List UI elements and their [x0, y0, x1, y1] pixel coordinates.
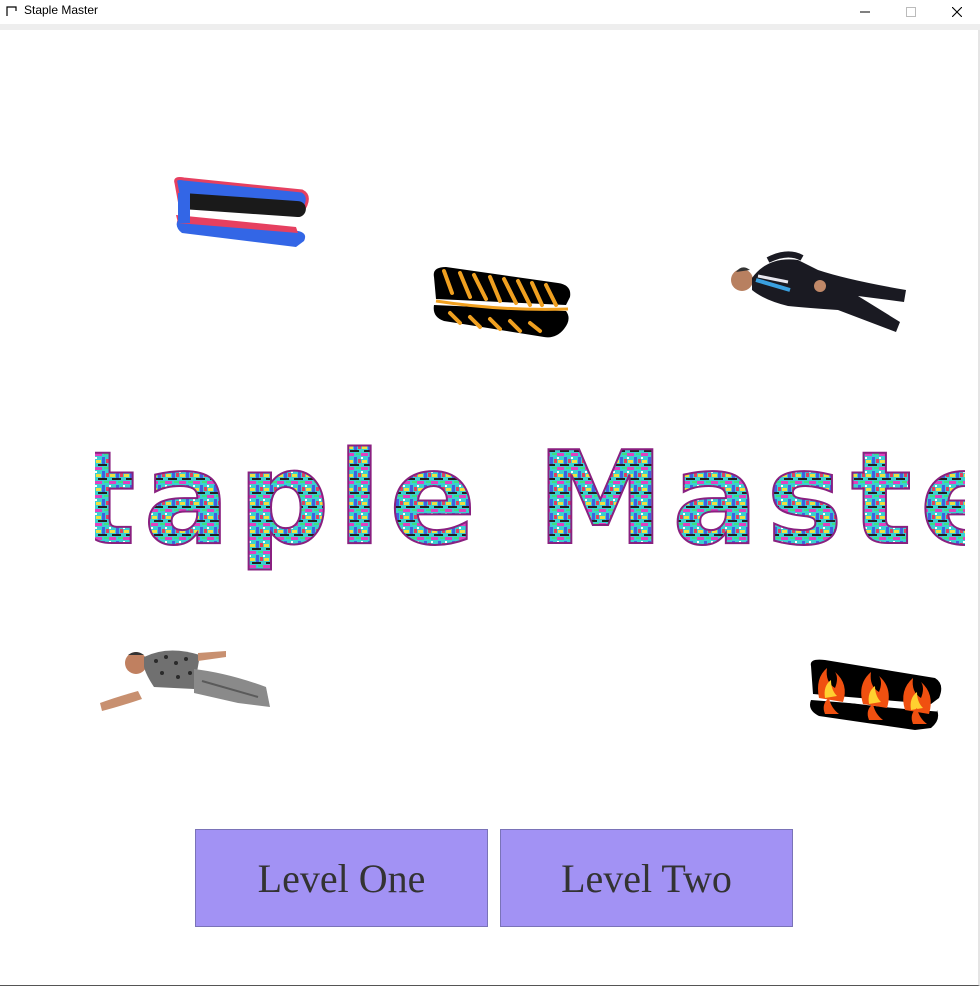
staple-master-title-logo: Staple Master: [95, 425, 965, 575]
stapler-black-flames-sprite: [810, 659, 942, 730]
stapler-blue-red-sprite: [174, 177, 309, 247]
minimize-button[interactable]: [842, 0, 888, 24]
maximize-button[interactable]: [888, 0, 934, 24]
man-in-suit-sprite: [731, 251, 906, 332]
man-in-patterned-shirt-sprite: [100, 650, 270, 711]
minimize-icon: [860, 11, 870, 13]
close-button[interactable]: [934, 0, 980, 24]
stapler-black-orange-sprite: [433, 267, 571, 338]
level-one-button[interactable]: Level One: [195, 829, 488, 927]
level-two-button[interactable]: Level Two: [500, 829, 793, 927]
window-titlebar: Staple Master: [0, 0, 980, 24]
close-icon: [952, 7, 962, 17]
svg-text:Staple Master: Staple Master: [95, 425, 965, 574]
app-window-icon: [6, 6, 17, 16]
maximize-icon: [906, 7, 916, 17]
window-title: Staple Master: [24, 3, 99, 17]
